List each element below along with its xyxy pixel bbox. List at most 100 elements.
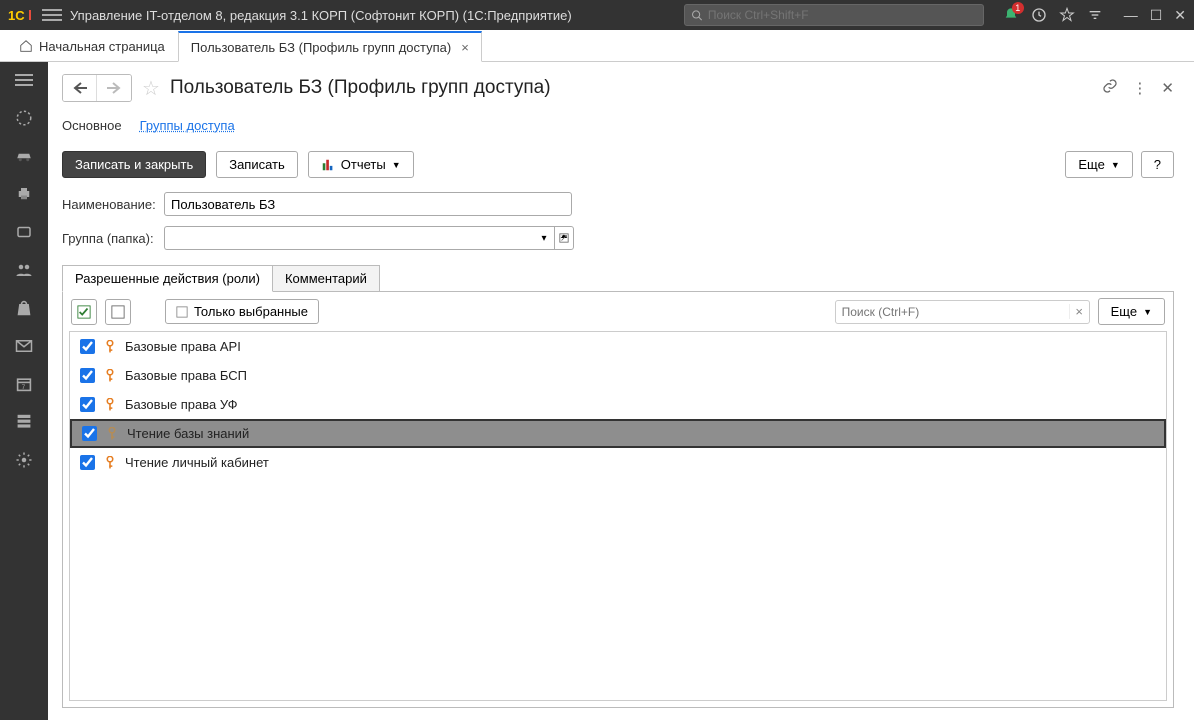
bell-badge: 1 xyxy=(1012,2,1024,14)
role-row[interactable]: Базовые права УФ xyxy=(70,390,1166,419)
favorite-star[interactable]: ☆ xyxy=(142,76,160,101)
chevron-down-icon: ▼ xyxy=(392,160,401,170)
tab-home[interactable]: Начальная страница xyxy=(6,30,178,61)
bell-icon[interactable]: 1 xyxy=(1002,6,1020,24)
minimize-button[interactable]: — xyxy=(1124,7,1138,24)
name-label: Наименование: xyxy=(62,197,158,212)
role-label: Чтение базы знаний xyxy=(127,426,249,441)
role-row[interactable]: Чтение базы знаний xyxy=(70,419,1166,448)
section-tabs: Основное Группы доступа xyxy=(62,118,1174,133)
more-button[interactable]: Еще ▼ xyxy=(1065,151,1132,178)
chevron-down-icon: ▼ xyxy=(1143,307,1152,317)
svg-text:7: 7 xyxy=(22,384,26,391)
key-icon xyxy=(107,427,117,441)
forward-button[interactable] xyxy=(97,75,131,101)
kebab-icon[interactable]: ⋮ xyxy=(1132,79,1147,97)
sidebar-gear-icon[interactable] xyxy=(14,450,34,470)
close-window-button[interactable]: ✕ xyxy=(1174,7,1186,24)
save-close-button[interactable]: Записать и закрыть xyxy=(62,151,206,178)
sidebar-stack-icon[interactable] xyxy=(14,412,34,432)
history-icon[interactable] xyxy=(1030,6,1048,24)
sidebar-calendar-icon[interactable]: 7 xyxy=(14,374,34,394)
role-label: Базовые права БСП xyxy=(125,368,247,383)
section-tab-groups[interactable]: Группы доступа xyxy=(140,118,235,133)
role-checkbox[interactable] xyxy=(80,368,95,383)
star-icon[interactable] xyxy=(1058,6,1076,24)
key-icon xyxy=(105,456,115,470)
filter-icon[interactable] xyxy=(1086,6,1104,24)
sidebar-car-icon[interactable] xyxy=(14,146,34,166)
page-title: Пользователь БЗ (Профиль групп доступа) xyxy=(170,77,551,99)
group-label: Группа (папка): xyxy=(62,231,158,246)
global-search[interactable] xyxy=(684,4,984,26)
section-tab-main[interactable]: Основное xyxy=(62,118,122,133)
key-icon xyxy=(105,340,115,354)
role-checkbox[interactable] xyxy=(82,426,97,441)
roles-box: Только выбранные × Еще ▼ Базовые права A… xyxy=(62,291,1174,708)
sidebar-people-icon[interactable] xyxy=(14,260,34,280)
hamburger-menu[interactable] xyxy=(42,9,62,21)
roles-search-input[interactable] xyxy=(836,305,1069,319)
titlebar: 1С Управление IT-отделом 8, редакция 3.1… xyxy=(0,0,1194,30)
roles-search-clear[interactable]: × xyxy=(1069,304,1089,319)
check-all-button[interactable] xyxy=(71,299,97,325)
svg-text:1С: 1С xyxy=(8,8,25,23)
only-selected-toggle[interactable]: Только выбранные xyxy=(165,299,319,324)
help-button[interactable]: ? xyxy=(1141,151,1174,178)
role-row[interactable]: Базовые права БСП xyxy=(70,361,1166,390)
tab-profile[interactable]: Пользователь БЗ (Профиль групп доступа) … xyxy=(178,31,482,62)
group-input[interactable] xyxy=(164,226,534,250)
app-title: Управление IT-отделом 8, редакция 3.1 КО… xyxy=(70,8,572,23)
key-icon xyxy=(105,369,115,383)
maximize-button[interactable]: ☐ xyxy=(1150,7,1163,24)
role-checkbox[interactable] xyxy=(80,339,95,354)
uncheck-all-button[interactable] xyxy=(105,299,131,325)
reports-icon xyxy=(321,158,335,172)
role-label: Базовые права API xyxy=(125,339,241,354)
reports-button[interactable]: Отчеты ▼ xyxy=(308,151,414,178)
global-search-input[interactable] xyxy=(708,8,977,22)
role-row[interactable]: Чтение личный кабинет xyxy=(70,448,1166,477)
roles-more-label: Еще xyxy=(1111,304,1137,319)
role-label: Чтение личный кабинет xyxy=(125,455,269,470)
app-logo: 1С xyxy=(8,6,34,24)
roles-tab-comment[interactable]: Комментарий xyxy=(273,265,380,292)
home-icon xyxy=(19,39,33,53)
tab-close-icon[interactable]: × xyxy=(461,40,469,55)
close-page-icon[interactable]: ✕ xyxy=(1161,79,1174,97)
role-checkbox[interactable] xyxy=(80,397,95,412)
roles-more-button[interactable]: Еще ▼ xyxy=(1098,298,1165,325)
save-button[interactable]: Записать xyxy=(216,151,298,178)
sidebar-menu-icon[interactable] xyxy=(14,70,34,90)
tab-home-label: Начальная страница xyxy=(39,39,165,54)
role-label: Базовые права УФ xyxy=(125,397,238,412)
group-combo: ▾ xyxy=(164,226,574,250)
search-icon xyxy=(691,9,703,22)
only-selected-label: Только выбранные xyxy=(194,304,308,319)
sidebar-mail-icon[interactable] xyxy=(14,336,34,356)
sidebar-bag-icon[interactable] xyxy=(14,298,34,318)
more-label: Еще xyxy=(1078,157,1104,172)
roles-tab-roles[interactable]: Разрешенные действия (роли) xyxy=(62,265,273,292)
group-dropdown-button[interactable]: ▾ xyxy=(534,226,554,250)
tabbar: Начальная страница Пользователь БЗ (Проф… xyxy=(0,30,1194,62)
role-checkbox[interactable] xyxy=(80,455,95,470)
sidebar-lifebuoy-icon[interactable] xyxy=(14,108,34,128)
roles-list: Базовые права API Базовые права БСП Базовы… xyxy=(69,331,1167,701)
name-input[interactable] xyxy=(164,192,572,216)
back-button[interactable] xyxy=(63,75,97,101)
reports-label: Отчеты xyxy=(341,157,386,172)
checkbox-icon xyxy=(176,306,188,318)
chevron-down-icon: ▼ xyxy=(1111,160,1120,170)
nav-buttons xyxy=(62,74,132,102)
roles-tabs: Разрешенные действия (роли) Комментарий xyxy=(62,264,1174,291)
sidebar-printer-icon[interactable] xyxy=(14,184,34,204)
link-icon[interactable] xyxy=(1102,78,1118,98)
left-sidebar: 7 xyxy=(0,62,48,720)
role-row[interactable]: Базовые права API xyxy=(70,332,1166,361)
group-open-button[interactable] xyxy=(554,226,574,250)
roles-search[interactable]: × xyxy=(835,300,1090,324)
key-icon xyxy=(105,398,115,412)
sidebar-badge-icon[interactable] xyxy=(14,222,34,242)
tab-profile-label: Пользователь БЗ (Профиль групп доступа) xyxy=(191,40,451,55)
